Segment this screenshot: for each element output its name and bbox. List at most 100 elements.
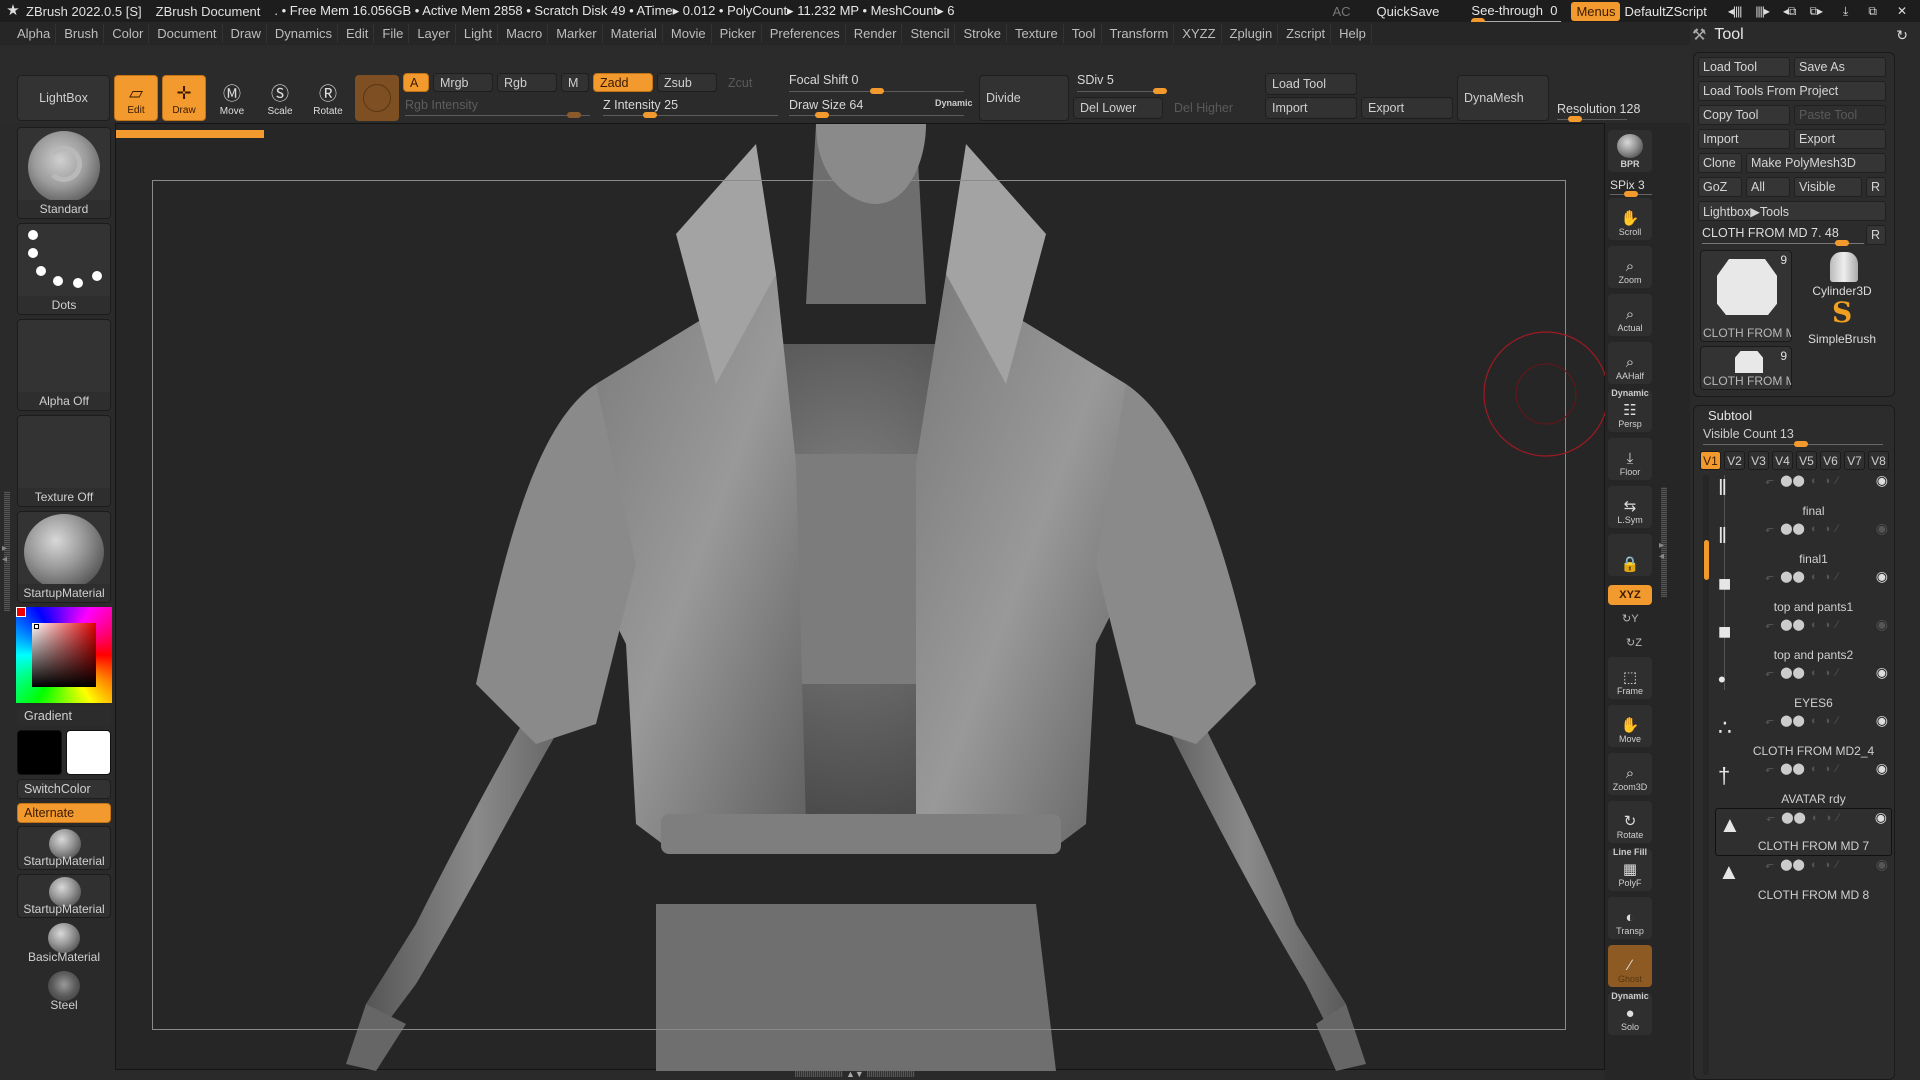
merge-down-icon[interactable]: ⬐ bbox=[1765, 522, 1774, 535]
rgb-toggle[interactable]: Rgb bbox=[497, 73, 557, 92]
visible-count-knob[interactable] bbox=[1794, 441, 1809, 447]
m-toggle[interactable]: M bbox=[561, 73, 589, 92]
subtool-tab-v7[interactable]: V7 bbox=[1844, 451, 1865, 470]
solo-icon[interactable]: ◐ bbox=[1811, 763, 1818, 775]
shrink-tray-icon[interactable]: ◂|||| bbox=[1728, 4, 1742, 18]
subtool-item[interactable]: ‖ ⬐ ⬤⬤ ◐ ◑ ∕ ◉ final1 bbox=[1715, 520, 1892, 568]
visibility-eye-icon[interactable]: ◉ bbox=[1875, 809, 1887, 826]
menu-material[interactable]: Material bbox=[606, 24, 663, 43]
tool-thumb-cylinder3d[interactable]: Cylinder3D bbox=[1796, 250, 1888, 298]
alternate-toggle[interactable]: Alternate bbox=[17, 803, 111, 823]
subtool-tab-v2[interactable]: V2 bbox=[1724, 451, 1745, 470]
menu-xyzz[interactable]: XYZZ bbox=[1177, 24, 1222, 43]
blend-icon[interactable]: ◑ bbox=[1823, 619, 1830, 631]
stroke-selector[interactable]: Dots bbox=[17, 223, 111, 315]
menu-light[interactable]: Light bbox=[459, 24, 499, 43]
load-tool-button-panel[interactable]: Load Tool bbox=[1698, 57, 1790, 77]
lock-icon[interactable]: ∕ bbox=[1836, 571, 1838, 583]
lock-icon[interactable]: ∕ bbox=[1837, 812, 1839, 824]
menus-toggle[interactable]: Menus bbox=[1571, 1, 1621, 21]
draw-size-knob[interactable] bbox=[814, 112, 829, 118]
polypaint-icon[interactable]: ⬤⬤ bbox=[1780, 570, 1805, 583]
subtool-tab-v1[interactable]: V1 bbox=[1700, 451, 1721, 470]
polypaint-icon[interactable]: ⬤⬤ bbox=[1780, 474, 1805, 487]
refresh-icon[interactable]: ↻ bbox=[1896, 27, 1908, 44]
document-canvas[interactable] bbox=[115, 123, 1609, 1071]
solo-button[interactable]: Dynamic ● Solo bbox=[1608, 991, 1652, 1035]
zoom-button[interactable]: ⌕ Zoom bbox=[1608, 246, 1652, 288]
default-zscript-button[interactable]: DefaultZScript bbox=[1624, 4, 1706, 19]
dynamesh-button[interactable]: DynaMesh bbox=[1457, 75, 1549, 121]
move-button[interactable]: ✋ Move bbox=[1608, 705, 1652, 747]
polyf-button[interactable]: Line Fill ▦ PolyF bbox=[1608, 847, 1652, 891]
visibility-eye-icon[interactable]: ◉ bbox=[1876, 568, 1888, 585]
menu-movie[interactable]: Movie bbox=[666, 24, 712, 43]
goz-all-button[interactable]: All bbox=[1746, 177, 1790, 197]
color-picker[interactable] bbox=[16, 607, 112, 703]
color-picker-sv[interactable] bbox=[32, 623, 96, 687]
blend-icon[interactable]: ◑ bbox=[1823, 475, 1830, 487]
merge-down-icon[interactable]: ⬐ bbox=[1765, 858, 1774, 871]
brush-selector[interactable]: Standard bbox=[17, 127, 111, 219]
blend-icon[interactable]: ◑ bbox=[1823, 859, 1830, 871]
lock-icon[interactable]: ∕ bbox=[1836, 523, 1838, 535]
expand-tray-icon[interactable]: ||||▸ bbox=[1755, 4, 1769, 18]
blend-icon[interactable]: ◑ bbox=[1824, 812, 1831, 824]
zoom3d-button[interactable]: ⌕ Zoom3D bbox=[1608, 753, 1652, 795]
merge-down-icon[interactable]: ⬐ bbox=[1765, 762, 1774, 775]
menu-edit[interactable]: Edit bbox=[341, 24, 375, 43]
sdiv-knob[interactable] bbox=[1153, 88, 1167, 94]
menu-stencil[interactable]: Stencil bbox=[905, 24, 956, 43]
polypaint-icon[interactable]: ⬤⬤ bbox=[1780, 858, 1805, 871]
subtool-item[interactable]: ▲ ⬐ ⬤⬤ ◐ ◑ ∕ ◉ CLOTH FROM MD 8 bbox=[1715, 856, 1892, 904]
visibility-eye-icon[interactable]: ◉ bbox=[1876, 856, 1888, 873]
subtool-item[interactable]: ‖ ⬐ ⬤⬤ ◐ ◑ ∕ ◉ final bbox=[1715, 472, 1892, 520]
alpha-selector[interactable]: Alpha Off bbox=[17, 319, 111, 411]
subtool-item[interactable]: † ⬐ ⬤⬤ ◐ ◑ ∕ ◉ AVATAR rdy bbox=[1715, 760, 1892, 808]
bpr-button[interactable]: BPR bbox=[1608, 130, 1652, 172]
lock-icon[interactable]: ∕ bbox=[1836, 475, 1838, 487]
lightbox-tools-button[interactable]: Lightbox▶Tools bbox=[1698, 201, 1886, 221]
copy-tool-button[interactable]: Copy Tool bbox=[1698, 105, 1790, 125]
rotate-xyz-toggle[interactable]: XYZ bbox=[1608, 585, 1652, 605]
steel-material-sphere-icon[interactable] bbox=[48, 971, 80, 1001]
merge-down-icon[interactable]: ⬐ bbox=[1765, 666, 1774, 679]
floor-button[interactable]: ⤓ Floor bbox=[1608, 438, 1652, 480]
lock-icon[interactable]: ∕ bbox=[1836, 715, 1838, 727]
a-toggle[interactable]: A bbox=[403, 73, 429, 92]
solo-icon[interactable]: ◐ bbox=[1811, 715, 1818, 727]
left-tray-arrow-icon[interactable]: ▸ ◂ bbox=[2, 543, 7, 565]
tool-thumb-cloth-md-small[interactable]: 9 CLOTH FROM MD bbox=[1700, 346, 1792, 390]
restore-icon[interactable]: ⧉ bbox=[1868, 4, 1877, 19]
solo-icon[interactable]: ◐ bbox=[1812, 812, 1819, 824]
secondary-color-swatch[interactable] bbox=[66, 730, 111, 775]
z-intensity-knob[interactable] bbox=[643, 112, 658, 118]
quicksave-button[interactable]: QuickSave bbox=[1377, 4, 1440, 19]
rotate-button[interactable]: Ⓡ Rotate bbox=[306, 75, 350, 121]
layout-right-icon[interactable]: ⧉▸ bbox=[1809, 4, 1823, 19]
solo-icon[interactable]: ◐ bbox=[1811, 523, 1818, 535]
close-icon[interactable]: ✕ bbox=[1897, 4, 1907, 18]
merge-down-icon[interactable]: ⬐ bbox=[1765, 570, 1774, 583]
paste-tool-button[interactable]: Paste Tool bbox=[1794, 105, 1886, 125]
ghost-button[interactable]: ∕ Ghost bbox=[1608, 945, 1652, 987]
draw-button[interactable]: ✛ Draw bbox=[162, 75, 206, 121]
visibility-eye-icon[interactable]: ◉ bbox=[1876, 760, 1888, 777]
see-through-slider[interactable]: See-through 0 bbox=[1471, 3, 1562, 25]
subtool-scroll-thumb[interactable] bbox=[1704, 540, 1709, 580]
goz-button[interactable]: GoZ bbox=[1698, 177, 1742, 197]
gradient-toggle[interactable]: Gradient bbox=[17, 706, 111, 726]
l-sym-button[interactable]: ⇆ L.Sym bbox=[1608, 486, 1652, 528]
load-tools-from-project-button[interactable]: Load Tools From Project bbox=[1698, 81, 1886, 101]
clone-button[interactable]: Clone bbox=[1698, 153, 1742, 173]
menu-layer[interactable]: Layer bbox=[412, 24, 456, 43]
right-tray-arrow-icon[interactable]: ▸ ◂ bbox=[1659, 540, 1664, 562]
spix-knob[interactable] bbox=[1624, 191, 1638, 197]
lock-icon[interactable]: ∕ bbox=[1836, 619, 1838, 631]
import-button[interactable]: Import bbox=[1265, 97, 1357, 119]
subtool-tab-v6[interactable]: V6 bbox=[1820, 451, 1841, 470]
visibility-eye-icon[interactable]: ◉ bbox=[1876, 472, 1888, 489]
menu-color[interactable]: Color bbox=[107, 24, 150, 43]
tool-thumb-simplebrush[interactable]: S SimpleBrush bbox=[1796, 296, 1888, 346]
persp-button[interactable]: Dynamic ☷ Persp bbox=[1608, 388, 1652, 432]
